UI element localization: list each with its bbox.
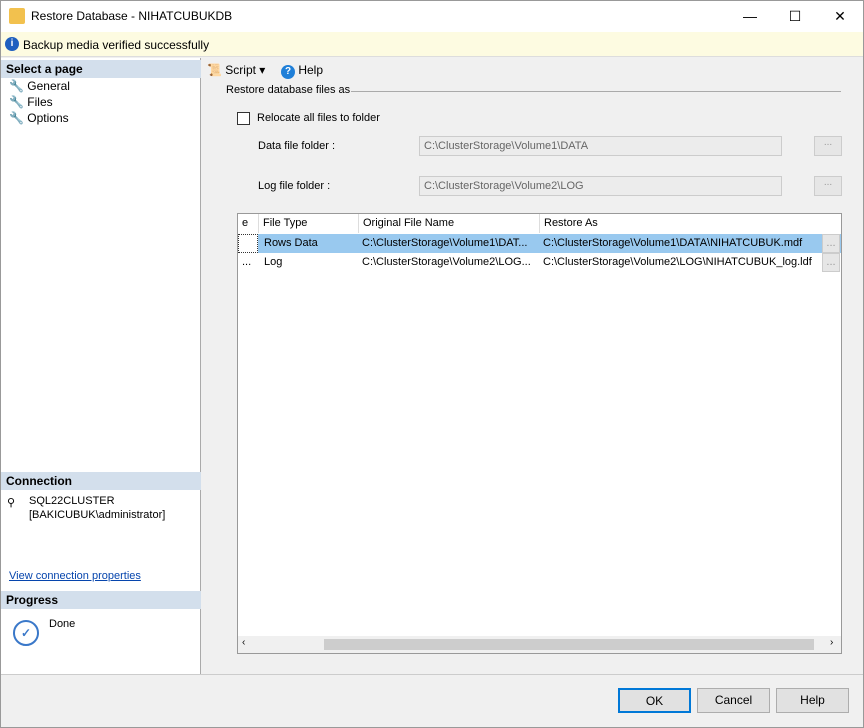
col-header[interactable]: File Type [258, 214, 358, 233]
info-text: Backup media verified successfully [23, 38, 210, 52]
page-files[interactable]: 🔧 Files [9, 95, 53, 109]
col-header[interactable]: Original File Name [358, 214, 539, 233]
window-title: Restore Database - NIHATCUBUKDB [31, 9, 233, 23]
scroll-right-icon[interactable]: › [830, 637, 833, 648]
horizontal-scrollbar[interactable]: ‹ › [238, 636, 841, 653]
row-cell: C:\ClusterStorage\Volume2\LOG... [362, 256, 531, 268]
row-cell: Log [264, 256, 283, 268]
log-folder-input[interactable]: C:\ClusterStorage\Volume2\LOG [419, 176, 782, 196]
ok-button[interactable]: OK [618, 688, 691, 713]
view-connection-link[interactable]: View connection properties [9, 570, 141, 582]
scroll-thumb[interactable] [324, 639, 814, 650]
col-header[interactable]: e [238, 214, 258, 233]
help-label: Help [298, 63, 324, 77]
col-header[interactable]: Restore As [539, 214, 821, 233]
close-button[interactable]: ✕ [825, 5, 855, 27]
data-folder-label: Data file folder : [258, 140, 336, 152]
data-folder-input[interactable]: C:\ClusterStorage\Volume1\DATA [419, 136, 782, 156]
files-grid: e File Type Original File Name Restore A… [237, 213, 842, 654]
page-label: Options [27, 111, 69, 125]
row-cell: Rows Data [264, 237, 318, 249]
done-check-icon: ✓ [13, 620, 39, 646]
help-icon: ? [281, 65, 295, 79]
footer-divider [1, 674, 863, 675]
help-toolbar-button[interactable]: ? Help [281, 63, 323, 79]
row-cell: C:\ClusterStorage\Volume1\DATA\NIHATCUBU… [543, 237, 803, 249]
data-folder-browse[interactable]: ... [814, 136, 842, 156]
left-panel: Select a page 🔧 General 🔧 Files 🔧 Option… [1, 58, 201, 674]
script-label: Script [225, 63, 256, 77]
page-options[interactable]: 🔧 Options [9, 111, 69, 125]
server-icon: ⚲ [7, 497, 16, 509]
help-button[interactable]: Help [776, 688, 849, 713]
connection-header: Connection [1, 472, 201, 490]
log-folder-browse[interactable]: ... [814, 176, 842, 196]
group-title: Restore database files as [226, 84, 351, 96]
row-browse-button[interactable]: ... [822, 253, 840, 272]
table-row[interactable]: Rows Data C:\ClusterStorage\Volume1\DAT.… [238, 234, 841, 253]
row-cell: C:\ClusterStorage\Volume1\DAT... [362, 237, 528, 249]
server-name: SQL22CLUSTER [29, 495, 115, 507]
cancel-button[interactable]: Cancel [697, 688, 770, 713]
app-icon [9, 8, 25, 24]
scroll-left-icon[interactable]: ‹ [242, 637, 245, 648]
relocate-label: Relocate all files to folder [257, 112, 380, 124]
relocate-checkbox[interactable] [237, 112, 250, 125]
script-button[interactable]: 📜 Script ▾ [207, 63, 265, 77]
row-cell: ... [242, 256, 252, 268]
progress-header: Progress [1, 591, 201, 609]
title-bar: Restore Database - NIHATCUBUKDB — ☐ ✕ [1, 1, 863, 32]
select-page-header: Select a page [1, 60, 201, 78]
info-bar: i Backup media verified successfully [1, 32, 863, 57]
row-cell: C:\ClusterStorage\Volume2\LOG\NIHATCUBUK… [543, 256, 812, 268]
log-folder-label: Log file folder : [258, 180, 331, 192]
maximize-button[interactable]: ☐ [780, 5, 810, 27]
minimize-button[interactable]: — [735, 5, 765, 27]
page-label: Files [27, 95, 53, 109]
user-name: [BAKICUBUK\administrator] [29, 509, 166, 521]
group-divider [351, 91, 841, 92]
page-general[interactable]: 🔧 General [9, 79, 70, 93]
table-row[interactable]: ... Log C:\ClusterStorage\Volume2\LOG...… [238, 253, 841, 272]
row-cell [238, 234, 258, 253]
page-label: General [27, 79, 70, 93]
info-icon: i [5, 37, 19, 51]
progress-status: Done [49, 618, 76, 630]
row-browse-button[interactable]: ... [822, 234, 840, 253]
